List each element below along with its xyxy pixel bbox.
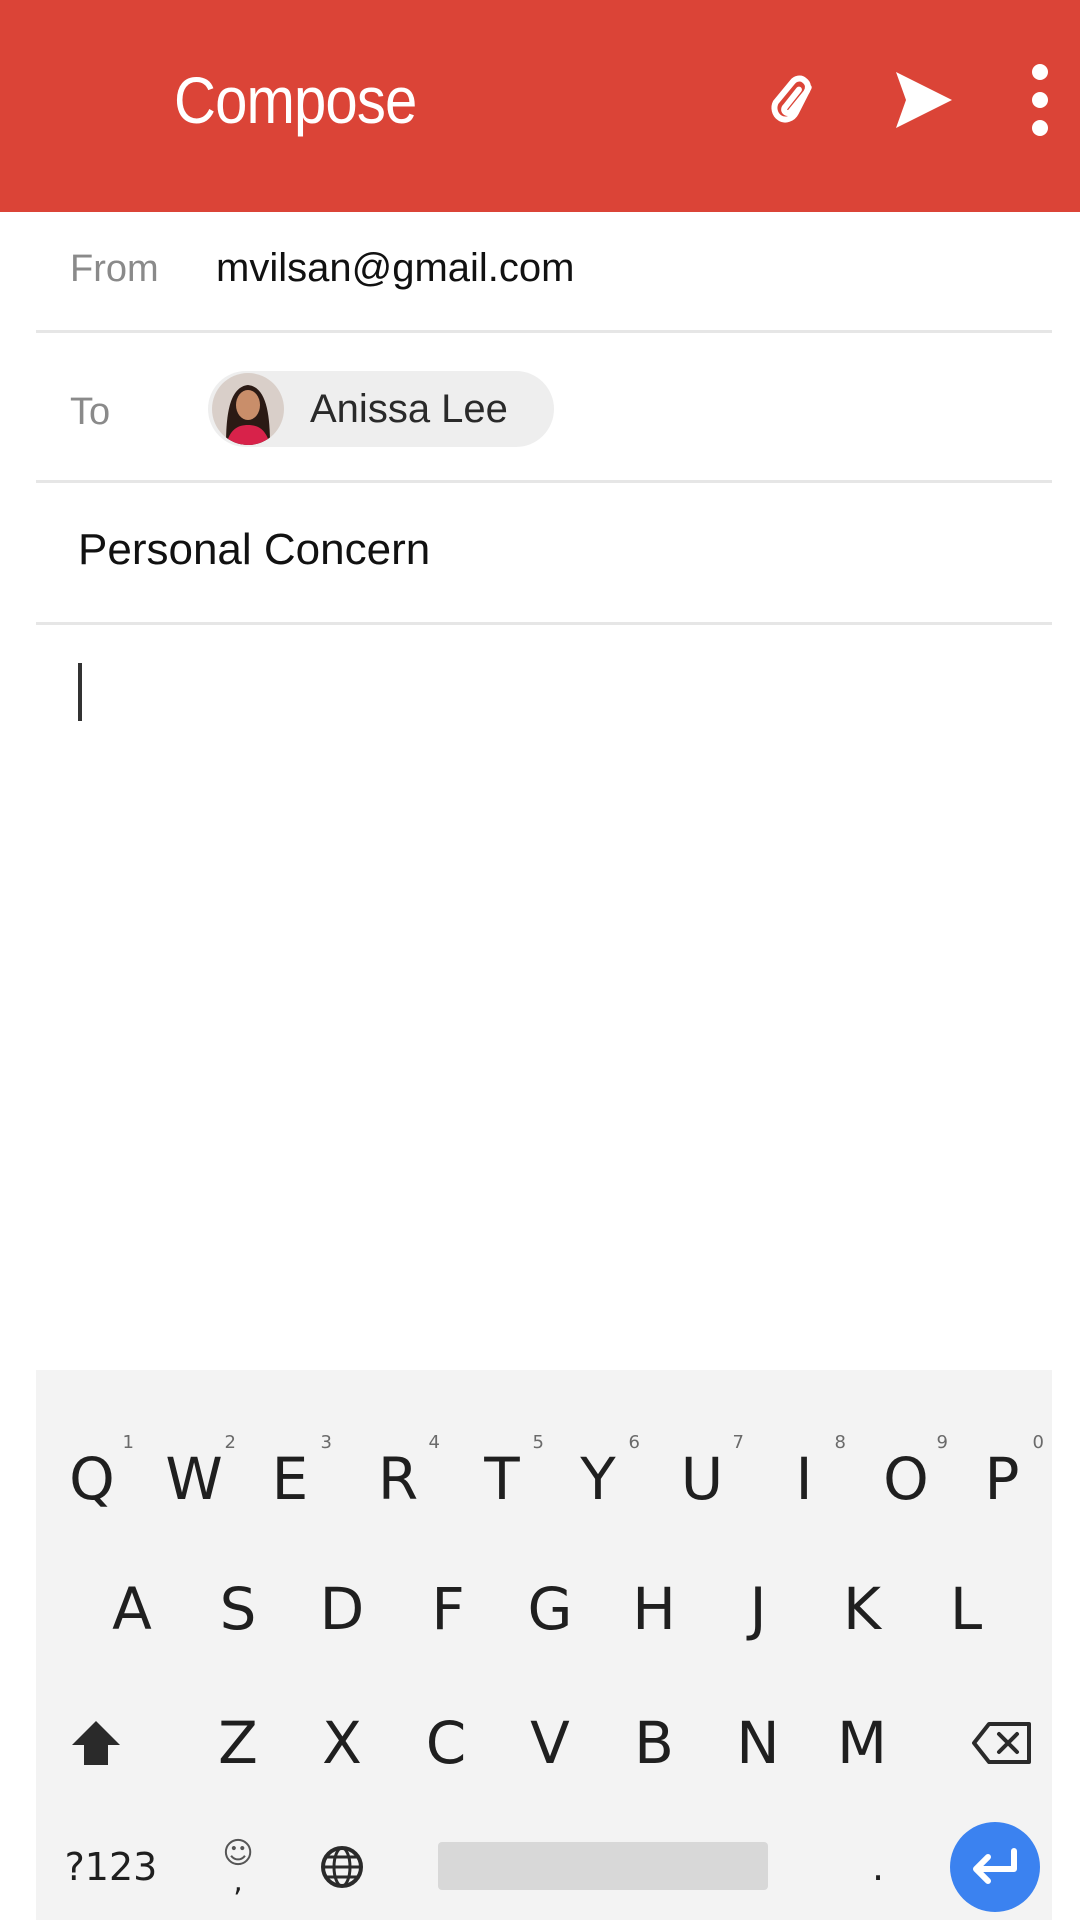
key-a[interactable]: A [84,1554,180,1664]
avatar-icon [212,373,284,445]
text-cursor [78,663,82,721]
key-x[interactable]: X [294,1688,390,1798]
enter-arrow-icon [973,1848,1017,1884]
shift-key[interactable] [48,1688,144,1798]
top-app-bar: Compose [0,0,1080,212]
on-screen-keyboard: Q 1 W 2 E 3 R 4 T 5 Y 6 U 7 I 8 O 9 P 0 … [36,1370,1052,1920]
more-options-button[interactable] [992,50,1080,150]
key-z[interactable]: Z [190,1688,286,1798]
key-label: P [984,1445,1020,1513]
key-p[interactable]: P 0 [954,1424,1050,1534]
more-vert-icon [1032,64,1048,136]
from-account-field[interactable]: mvilsan@gmail.com [216,246,574,291]
key-hint: 7 [732,1432,744,1453]
emoji-comma-key[interactable]: ☺ , [202,1816,274,1912]
key-label: W [165,1445,223,1513]
shift-icon [72,1721,120,1765]
key-label: O [883,1445,929,1513]
key-label: Y [580,1445,616,1513]
send-button[interactable] [876,50,972,150]
key-hint: 5 [532,1432,544,1453]
space-bar[interactable] [438,1842,768,1890]
language-key[interactable] [306,1822,378,1912]
send-icon [896,72,952,128]
key-t[interactable]: T 5 [454,1424,550,1534]
comma-label: , [233,1863,243,1899]
key-s[interactable]: S [190,1554,286,1664]
key-l[interactable]: L [918,1554,1014,1664]
key-hint: 0 [1032,1432,1044,1453]
compose-body-field[interactable] [36,625,1052,1370]
recipient-name: Anissa Lee [310,386,508,431]
to-label: To [70,391,111,433]
key-r[interactable]: R 4 [350,1424,446,1534]
key-label: U [680,1445,724,1513]
key-y[interactable]: Y 6 [550,1424,646,1534]
enter-key[interactable] [950,1822,1040,1912]
from-label: From [70,248,159,290]
from-row: From mvilsan@gmail.com [36,212,1052,333]
key-f[interactable]: F [400,1554,496,1664]
subject-field[interactable]: Personal Concern [78,525,430,575]
key-hint: 1 [122,1432,134,1453]
key-e[interactable]: E 3 [242,1424,338,1534]
page-title: Compose [174,63,417,137]
period-key[interactable]: . [848,1822,908,1912]
key-hint: 3 [320,1432,332,1453]
key-h[interactable]: H [606,1554,702,1664]
key-o[interactable]: O 9 [858,1424,954,1534]
key-b[interactable]: B [606,1688,702,1798]
key-i[interactable]: I 8 [756,1424,852,1534]
globe-icon [321,1846,363,1888]
key-q[interactable]: Q 1 [44,1424,140,1534]
attach-button[interactable] [748,50,844,150]
key-n[interactable]: N [710,1688,806,1798]
recipient-chip[interactable]: Anissa Lee [208,371,554,447]
key-c[interactable]: C [398,1688,494,1798]
to-row: To Anissa Lee [36,333,1052,483]
subject-row: Personal Concern [36,483,1052,625]
key-label: T [484,1445,520,1513]
compose-screen: Compose From mvilsan@gmail.com To Anissa… [0,0,1080,1920]
key-m[interactable]: M [814,1688,910,1798]
key-label: E [271,1445,309,1513]
backspace-icon [972,1722,1031,1764]
key-hint: 4 [428,1432,440,1453]
symbols-key[interactable]: ?123 [56,1822,166,1912]
key-label: R [377,1445,419,1513]
paperclip-icon [771,75,812,123]
key-k[interactable]: K [814,1554,910,1664]
avatar [212,373,284,445]
backspace-key[interactable] [954,1688,1050,1798]
key-hint: 2 [224,1432,236,1453]
key-v[interactable]: V [502,1688,598,1798]
key-u[interactable]: U 7 [654,1424,750,1534]
key-hint: 6 [628,1432,640,1453]
key-hint: 9 [936,1432,948,1453]
key-j[interactable]: J [710,1554,806,1664]
key-g[interactable]: G [502,1554,598,1664]
key-d[interactable]: D [294,1554,390,1664]
key-hint: 8 [834,1432,846,1453]
key-label: Q [69,1445,115,1513]
key-label: I [795,1445,813,1513]
key-w[interactable]: W 2 [146,1424,242,1534]
